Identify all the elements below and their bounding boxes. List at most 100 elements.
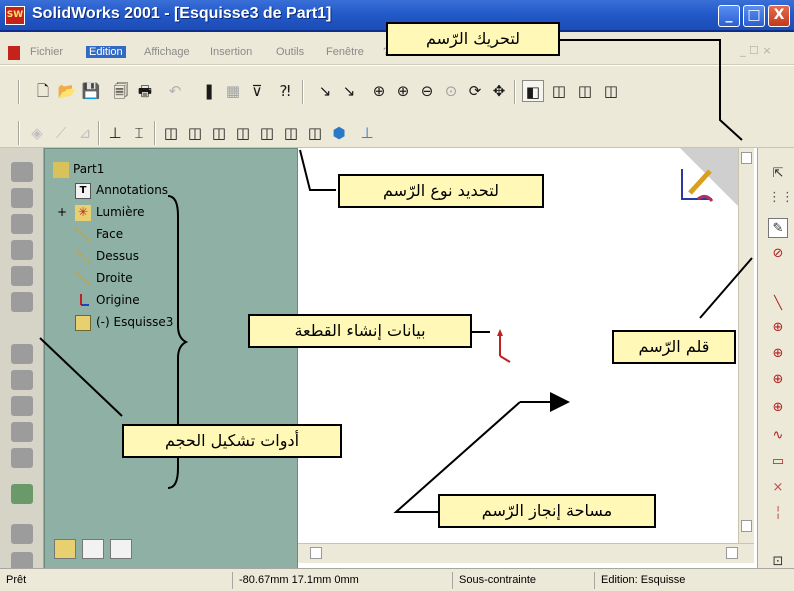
hidden-removed-icon[interactable]: ◫	[574, 80, 596, 102]
right-view-icon[interactable]: ◫	[232, 122, 254, 144]
rebuild-icon[interactable]: ❚	[198, 80, 220, 102]
left-view-icon[interactable]: ◫	[208, 122, 230, 144]
relation-icon[interactable]: ⊥	[104, 122, 126, 144]
rib-icon[interactable]	[11, 422, 33, 442]
front-view-icon[interactable]: ◫	[160, 122, 182, 144]
mdi-window-controls[interactable]: _ ☐ ×	[740, 44, 772, 57]
tree-tabs	[46, 535, 296, 565]
save-icon[interactable]: 💾	[80, 80, 102, 102]
zoom-in-out-icon[interactable]: ⊖	[416, 80, 438, 102]
top-view-icon[interactable]: ◫	[256, 122, 278, 144]
status-mode: Edition: Esquisse	[594, 572, 754, 589]
whats-this-icon[interactable]: ⁈	[274, 80, 296, 102]
tree-item-dessus[interactable]: Dessus	[96, 249, 139, 263]
select-filter-icon[interactable]: ↘	[338, 80, 360, 102]
line-tool-icon[interactable]: ╲	[768, 294, 788, 314]
chamfer-icon[interactable]	[11, 370, 33, 390]
zoom-fit-icon[interactable]: ⊕	[368, 80, 390, 102]
fillet-icon[interactable]	[11, 344, 33, 364]
tree-item-droite[interactable]: Droite	[96, 271, 133, 285]
select-arrow-icon[interactable]: ⇱	[768, 164, 788, 184]
tree-item-lumiere[interactable]: Lumière	[96, 205, 145, 219]
sketch-pen-icon[interactable]: ✎	[768, 218, 788, 238]
menu-fichier[interactable]: Fichier	[30, 46, 63, 58]
menu-fenetre[interactable]: Fenêtre	[326, 46, 364, 58]
new-file-icon[interactable]: 🗋	[32, 80, 54, 102]
menu-insertion[interactable]: Insertion	[210, 46, 252, 58]
undo-icon[interactable]: ↶	[164, 80, 186, 102]
minimize-button[interactable]: _	[718, 5, 740, 27]
sketch-icon[interactable]: ◈	[26, 122, 48, 144]
point-tool-icon[interactable]: ×	[768, 478, 788, 498]
three-point-arc-icon[interactable]: ⊕	[768, 398, 788, 418]
scroll-right-arrow-icon[interactable]	[726, 547, 738, 559]
dimension-icon[interactable]: ⊿	[74, 122, 96, 144]
shell-icon[interactable]	[11, 396, 33, 416]
property-manager-tab-icon[interactable]	[82, 539, 104, 559]
smart-dimension-icon[interactable]: ⌶	[128, 122, 150, 144]
vertical-scrollbar[interactable]	[738, 148, 754, 543]
spline-tool-icon[interactable]: ∿	[768, 426, 788, 446]
pattern-icon[interactable]	[11, 524, 33, 544]
move-icon[interactable]	[11, 484, 33, 504]
scroll-up-arrow-icon[interactable]	[741, 152, 752, 164]
tree-item-esquisse3[interactable]: (-) Esquisse3	[96, 315, 173, 329]
callout-drawing-area: مساحة إنجاز الرّسم	[438, 494, 656, 528]
tree-item-face[interactable]: Face	[96, 227, 123, 241]
shaded-view-icon[interactable]: ◧	[522, 80, 544, 102]
menu-outils[interactable]: Outils	[276, 46, 304, 58]
filter-icon[interactable]: ⊽	[246, 80, 268, 102]
menu-affichage[interactable]: Affichage	[144, 46, 190, 58]
tree-item-part1[interactable]: Part1	[73, 162, 104, 176]
select-icon[interactable]: ↘	[314, 80, 336, 102]
rebuild-sketch-icon[interactable]: ⊘	[768, 244, 788, 264]
tree-item-origine[interactable]: Origine	[96, 293, 140, 307]
close-button[interactable]: X	[768, 5, 790, 27]
print-icon[interactable]: 🖶	[134, 80, 156, 102]
grid-icon[interactable]: ▦	[222, 80, 244, 102]
revolve-icon[interactable]	[11, 188, 33, 208]
feature-manager-tree: Part1 T Annotations + ✳ Lumière Face Des…	[44, 148, 298, 578]
circle-tool-icon[interactable]: ⊕	[768, 318, 788, 338]
isometric-view-icon[interactable]: ◫	[304, 122, 326, 144]
tree-item-annotations[interactable]: Annotations	[96, 183, 168, 197]
feature-manager-tab-icon[interactable]	[54, 539, 76, 559]
horizontal-scrollbar[interactable]	[298, 543, 754, 563]
draft-icon[interactable]	[11, 448, 33, 468]
menu-edition[interactable]: Edition	[86, 46, 126, 58]
loft-icon[interactable]	[11, 240, 33, 260]
configuration-manager-tab-icon[interactable]	[110, 539, 132, 559]
back-view-icon[interactable]: ◫	[184, 122, 206, 144]
zoom-selection-icon[interactable]: ⊙	[440, 80, 462, 102]
sketch-grid-icon[interactable]: ⋮⋮	[768, 188, 794, 208]
tangent-arc-icon[interactable]: ⊕	[768, 370, 788, 390]
rotate-view-icon[interactable]: ⟳	[464, 80, 486, 102]
cut-icon[interactable]	[11, 266, 33, 286]
expand-toggle[interactable]: +	[57, 205, 67, 219]
callout-volume-tools: أدوات تشكيل الحجم	[122, 424, 342, 458]
rectangle-tool-icon[interactable]: ▭	[768, 452, 788, 472]
wireframe-icon[interactable]: ◫	[600, 80, 622, 102]
plane-view-icon[interactable]: ⊥	[356, 122, 378, 144]
app-menu-icon[interactable]	[8, 46, 20, 60]
sweep-icon[interactable]	[11, 214, 33, 234]
maximize-button[interactable]: □	[743, 5, 765, 27]
normal-to-icon[interactable]: ⬢	[328, 122, 350, 144]
print-preview-icon[interactable]: 🗐	[110, 80, 132, 102]
bottom-view-icon[interactable]: ◫	[280, 122, 302, 144]
line-icon[interactable]: ⟋	[50, 122, 72, 144]
extrude-icon[interactable]	[11, 162, 33, 182]
callout-sketch-pen: قلم الرّسم	[612, 330, 736, 364]
zoom-area-icon[interactable]: ⊕	[392, 80, 414, 102]
arc-tool-icon[interactable]: ⊕	[768, 344, 788, 364]
cut-revolve-icon[interactable]	[11, 292, 33, 312]
pan-icon[interactable]: ✥	[488, 80, 510, 102]
centerline-tool-icon[interactable]: ╎	[768, 504, 788, 524]
open-file-icon[interactable]: 📂	[56, 80, 78, 102]
scroll-down-arrow-icon[interactable]	[741, 520, 752, 532]
status-state: Prêt	[6, 574, 27, 586]
annotations-icon: T	[75, 183, 91, 199]
scroll-left-arrow-icon[interactable]	[310, 547, 322, 559]
exit-sketch-icon[interactable]	[678, 165, 718, 205]
hidden-lines-icon[interactable]: ◫	[548, 80, 570, 102]
